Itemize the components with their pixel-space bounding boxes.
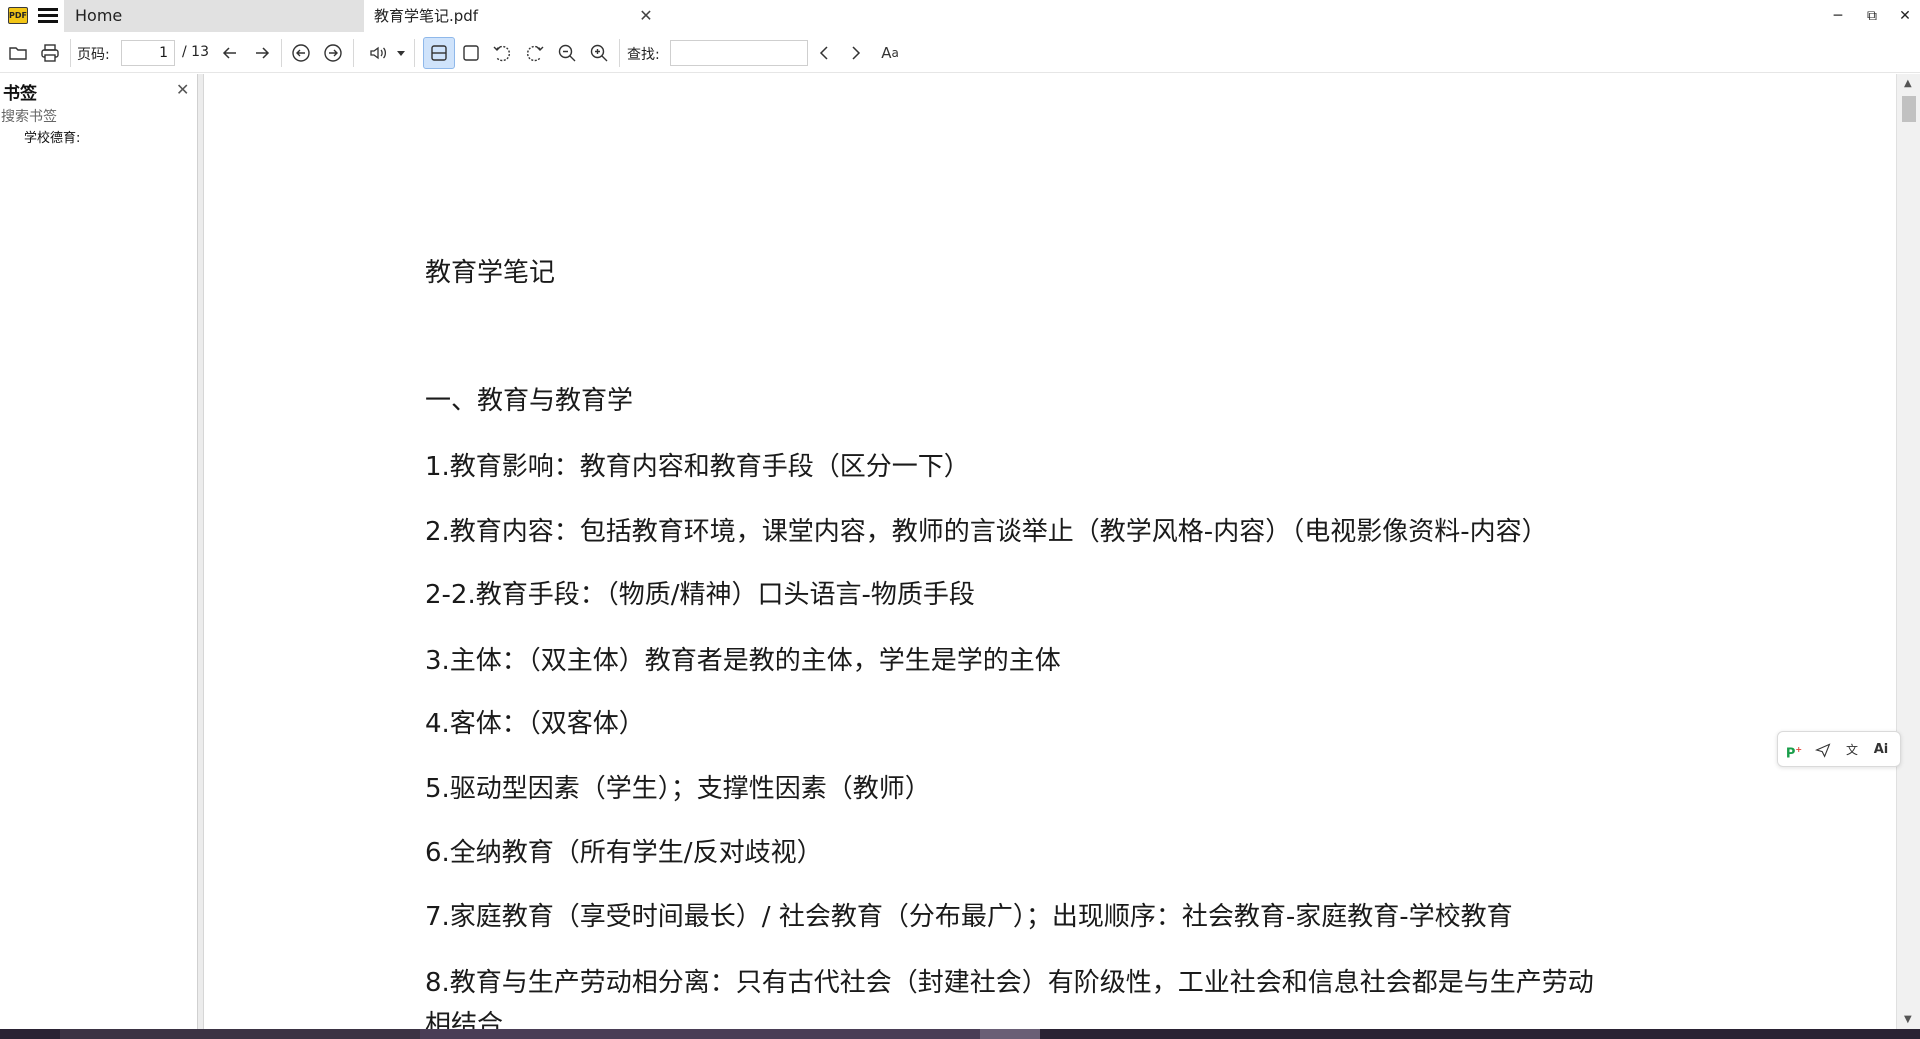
doc-line: 3.主体：（双主体）教育者是教的主体，学生是学的主体	[425, 646, 1061, 676]
floating-toolbar: P+ 文 Ai	[1777, 731, 1901, 767]
dropdown-icon[interactable]	[394, 41, 408, 65]
arrow-right-icon[interactable]	[250, 41, 274, 65]
bookmark-item[interactable]: 学校德育:	[24, 127, 80, 146]
translate-icon[interactable]: 文	[1842, 740, 1862, 760]
doc-line: 2.教育内容：包括教育环境，课堂内容，教师的言谈举止（教学风格-内容）（电视影像…	[425, 517, 1548, 547]
taskbar	[0, 1029, 1920, 1039]
print-icon[interactable]	[38, 41, 62, 65]
single-page-icon[interactable]	[459, 41, 483, 65]
doc-line: 1.教育影响：教育内容和教育手段（区分一下）	[425, 452, 970, 482]
find-input[interactable]	[670, 40, 808, 66]
circle-back-icon[interactable]	[289, 41, 313, 65]
tab-document[interactable]: 教育学笔记.pdf	[364, 0, 664, 32]
tab-document-label: 教育学笔记.pdf	[374, 7, 479, 25]
send-icon[interactable]	[1813, 740, 1833, 760]
vertical-scrollbar[interactable]: ▲ ▼	[1896, 74, 1920, 1029]
scroll-up-icon[interactable]: ▲	[1904, 78, 1912, 89]
bookmarks-panel: 书签 ✕ 搜索书签 学校德育:	[0, 74, 198, 1029]
continuous-page-icon[interactable]	[423, 37, 455, 69]
bookmark-search-input[interactable]: 搜索书签	[1, 106, 57, 126]
rotate-left-icon[interactable]	[490, 41, 514, 65]
doc-line: 2-2.教育手段：（物质/精神）口头语言-物质手段	[425, 580, 975, 610]
doc-line: 6.全纳教育（所有学生/反对歧视）	[425, 838, 823, 868]
doc-line: 5.驱动型因素（学生）；支撑性因素（教师）	[425, 774, 931, 804]
toolbar: 页码: 1 / 13 查找: Aa	[0, 33, 1920, 73]
minimize-button[interactable]: ─	[1826, 4, 1850, 28]
page-number-input[interactable]: 1	[121, 40, 175, 66]
title-bar: PDF Home 教育学笔记.pdf ✕ ─ ⧉ ✕	[0, 0, 1920, 32]
next-result-icon[interactable]	[843, 41, 867, 65]
find-label: 查找:	[627, 47, 660, 63]
scroll-thumb[interactable]	[1902, 96, 1916, 122]
tab-close-icon[interactable]: ✕	[637, 7, 655, 25]
open-folder-icon[interactable]	[6, 41, 30, 65]
zoom-in-icon[interactable]	[587, 41, 611, 65]
pin-plus-icon[interactable]: P+	[1784, 740, 1804, 761]
doc-heading: 一、教育与教育学	[425, 386, 634, 416]
document-viewer: 教育学笔记 一、教育与教育学 1.教育影响：教育内容和教育手段（区分一下） 2.…	[205, 74, 1895, 1029]
app-logo-icon: PDF	[8, 7, 28, 24]
page-label: 页码:	[77, 47, 110, 63]
doc-line: 4.客体：（双客体）	[425, 709, 645, 739]
arrow-left-icon[interactable]	[218, 41, 242, 65]
doc-title: 教育学笔记	[425, 258, 556, 288]
zoom-out-icon[interactable]	[555, 41, 579, 65]
hamburger-menu-icon[interactable]	[38, 8, 58, 24]
close-panel-icon[interactable]: ✕	[176, 80, 189, 99]
doc-line: 7.家庭教育（享受时间最长）/ 社会教育（分布最广）；出现顺序：社会教育-家庭教…	[425, 902, 1513, 932]
doc-line: 相结合	[425, 1010, 504, 1029]
circle-forward-icon[interactable]	[321, 41, 345, 65]
speaker-icon[interactable]	[366, 41, 390, 65]
panel-splitter[interactable]	[198, 74, 204, 1029]
rotate-right-icon[interactable]	[523, 41, 547, 65]
scroll-down-icon[interactable]: ▼	[1904, 1014, 1912, 1025]
page-total: / 13	[182, 44, 209, 60]
restore-button[interactable]: ⧉	[1860, 4, 1884, 28]
tab-home[interactable]: Home	[64, 0, 364, 32]
font-case-icon[interactable]: Aa	[876, 41, 904, 65]
close-window-button[interactable]: ✕	[1893, 4, 1917, 28]
prev-result-icon[interactable]	[813, 41, 837, 65]
doc-line: 8.教育与生产劳动相分离：只有古代社会（封建社会）有阶级性，工业社会和信息社会都…	[425, 968, 1594, 998]
bookmarks-title: 书签	[3, 84, 37, 104]
ai-icon[interactable]: Ai	[1871, 740, 1891, 760]
